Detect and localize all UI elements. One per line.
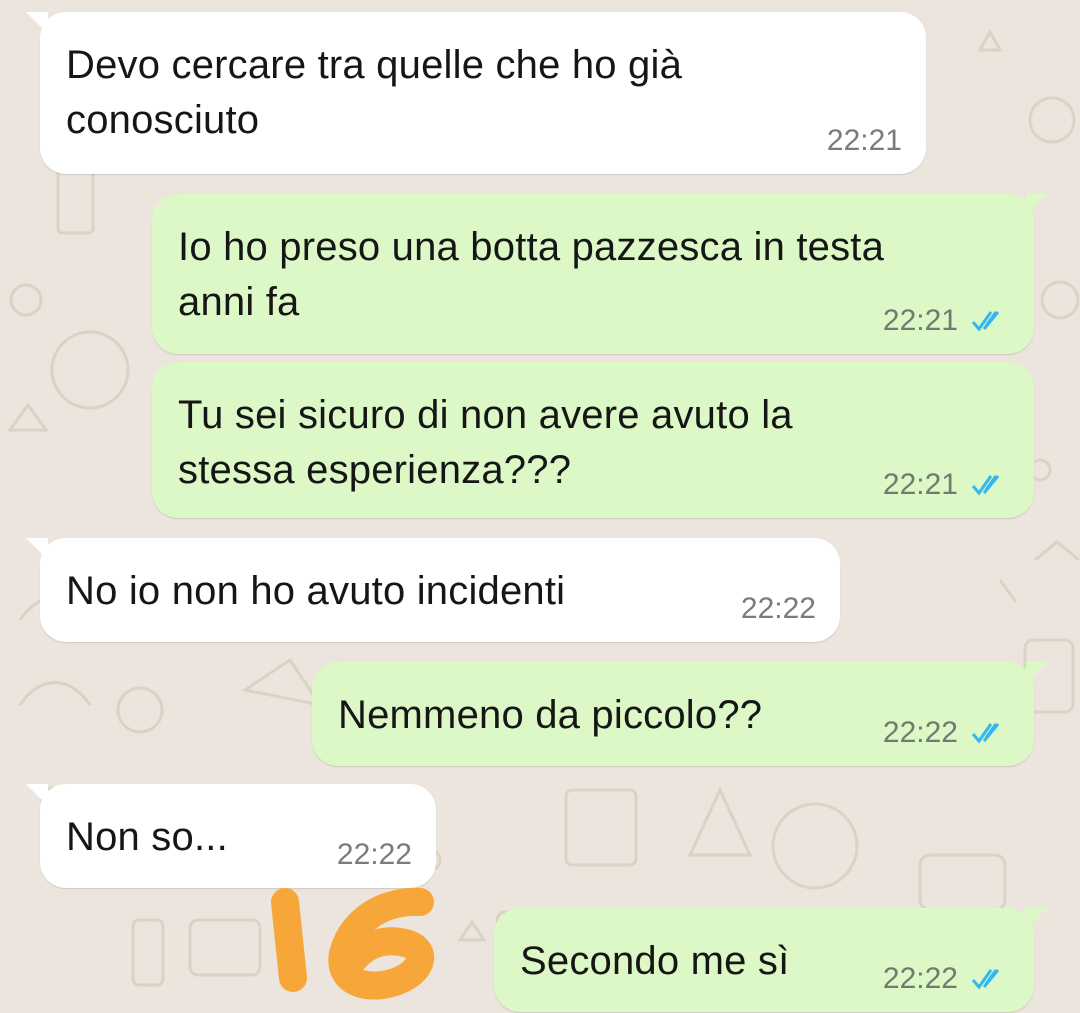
double-check-read-icon (971, 475, 1000, 496)
message-text: Tu sei sicuro di non avere avuto la stes… (178, 393, 793, 492)
incoming-message-bubble[interactable]: No io non ho avuto incidenti 22:22 (26, 538, 840, 642)
message-time: 22:22 (740, 592, 816, 625)
bubble-tail (26, 784, 48, 806)
message-time: 22:22 (336, 838, 412, 871)
message-text: Io ho preso una botta pazzesca in testa … (178, 225, 885, 324)
bubble-tail (26, 12, 48, 34)
outgoing-message-bubble[interactable]: Io ho preso una botta pazzesca in testa … (152, 194, 1048, 354)
bubble-tail (26, 538, 48, 560)
message-time: 22:21 (882, 304, 958, 337)
message-meta: 22:21 (883, 468, 1010, 502)
message-meta: 22:22 (883, 962, 1010, 996)
bubble-tail (1026, 194, 1048, 216)
message-meta: 22:22 (883, 716, 1010, 750)
bubble-tail (1026, 662, 1048, 684)
incoming-message-bubble[interactable]: Devo cercare tra quelle che ho già conos… (26, 12, 926, 174)
message-meta: 22:21 (883, 304, 1010, 338)
outgoing-message-bubble[interactable]: Secondo me sì 22:22 (494, 908, 1048, 1012)
outgoing-message-bubble[interactable]: Tu sei sicuro di non avere avuto la stes… (152, 362, 1034, 518)
handwritten-16-annotation (271, 887, 435, 1000)
outgoing-message-bubble[interactable]: Nemmeno da piccolo?? 22:22 (312, 662, 1048, 766)
double-check-read-icon (971, 723, 1000, 744)
message-meta: 22:22 (337, 838, 412, 872)
message-time: 22:21 (882, 468, 958, 501)
message-meta: 22:22 (741, 592, 816, 626)
message-time: 22:21 (826, 124, 902, 157)
message-time: 22:22 (882, 962, 958, 995)
double-check-read-icon (971, 311, 1000, 332)
double-check-read-icon (971, 969, 1000, 990)
message-time: 22:22 (882, 716, 958, 749)
message-text: Devo cercare tra quelle che ho già conos… (66, 43, 683, 142)
incoming-message-bubble[interactable]: Non so... 22:22 (26, 784, 436, 888)
message-text: No io non ho avuto incidenti (66, 569, 566, 613)
bubble-tail (1026, 908, 1048, 930)
message-meta: 22:21 (827, 124, 902, 158)
